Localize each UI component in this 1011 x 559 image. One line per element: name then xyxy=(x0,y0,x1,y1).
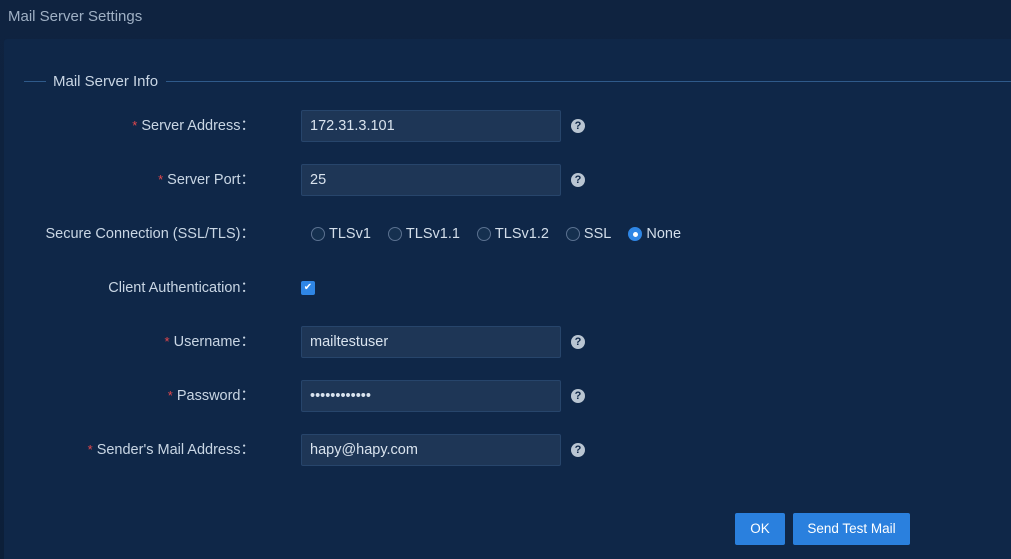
send-test-mail-button[interactable]: Send Test Mail xyxy=(793,513,910,545)
radio-button-selected[interactable] xyxy=(628,227,643,241)
title-bar: Mail Server Settings xyxy=(0,0,1011,38)
help-icon[interactable]: ? xyxy=(571,443,585,457)
radio-tlsv1-2[interactable]: TLSv1.2 xyxy=(476,226,549,242)
radio-tlsv1[interactable]: TLSv1 xyxy=(311,226,371,242)
radio-ssl[interactable]: SSL xyxy=(565,226,611,242)
radio-button[interactable] xyxy=(387,227,402,241)
password-label: * Password： xyxy=(167,388,255,404)
mail-server-settings-window: Mail Server Settings Mail Server Info * S… xyxy=(0,0,1011,559)
client-auth-label: Client Authentication： xyxy=(108,280,255,296)
fieldset-divider xyxy=(166,81,1011,82)
required-mark: * xyxy=(167,388,173,403)
help-icon[interactable]: ? xyxy=(571,173,585,187)
server-port-input[interactable]: 25 xyxy=(301,164,561,196)
username-row: * Username： mailtestuser ? xyxy=(4,326,1011,358)
ok-button[interactable]: OK xyxy=(735,513,785,545)
sender-address-label: * Sender's Mail Address： xyxy=(87,442,255,458)
server-port-label: * Server Port： xyxy=(158,172,255,188)
radio-tlsv1-1[interactable]: TLSv1.1 xyxy=(387,226,460,242)
username-input[interactable]: mailtestuser xyxy=(301,326,561,358)
server-address-input[interactable]: 172.31.3.101 xyxy=(301,110,561,142)
help-icon[interactable]: ? xyxy=(571,389,585,403)
server-port-row: * Server Port： 25 ? xyxy=(4,164,1011,196)
help-icon[interactable]: ? xyxy=(571,335,585,349)
section-legend: Mail Server Info xyxy=(53,73,159,90)
window-title: Mail Server Settings xyxy=(8,8,143,25)
radio-button[interactable] xyxy=(565,227,580,241)
username-label: * Username： xyxy=(164,334,255,350)
secure-connection-row: Secure Connection (SSL/TLS)： TLSv1 TLSv1… xyxy=(4,218,1011,250)
settings-panel: Mail Server Info * Server Address： 172.31… xyxy=(4,39,1011,559)
required-mark: * xyxy=(132,118,138,133)
radio-button[interactable] xyxy=(311,227,325,241)
client-auth-checkbox[interactable]: ✔ xyxy=(301,281,315,295)
secure-connection-label: Secure Connection (SSL/TLS)： xyxy=(45,226,255,242)
server-address-label: * Server Address： xyxy=(132,118,255,134)
password-input[interactable]: •••••••••••• xyxy=(301,380,561,412)
required-mark: * xyxy=(87,442,93,457)
secure-connection-radio-group: TLSv1 TLSv1.1 TLSv1.2 SSL None xyxy=(311,218,698,250)
sender-address-row: * Sender's Mail Address： hapy@hapy.com ? xyxy=(4,434,1011,466)
required-mark: * xyxy=(158,172,164,187)
client-auth-row: Client Authentication： ✔ xyxy=(4,272,1011,304)
fieldset-divider xyxy=(24,81,46,82)
radio-button[interactable] xyxy=(476,227,491,241)
required-mark: * xyxy=(164,334,170,349)
help-icon[interactable]: ? xyxy=(571,119,585,133)
radio-none[interactable]: None xyxy=(628,226,681,242)
sender-address-input[interactable]: hapy@hapy.com xyxy=(301,434,561,466)
password-row: * Password： •••••••••••• ? xyxy=(4,380,1011,412)
server-address-row: * Server Address： 172.31.3.101 ? xyxy=(4,110,1011,142)
